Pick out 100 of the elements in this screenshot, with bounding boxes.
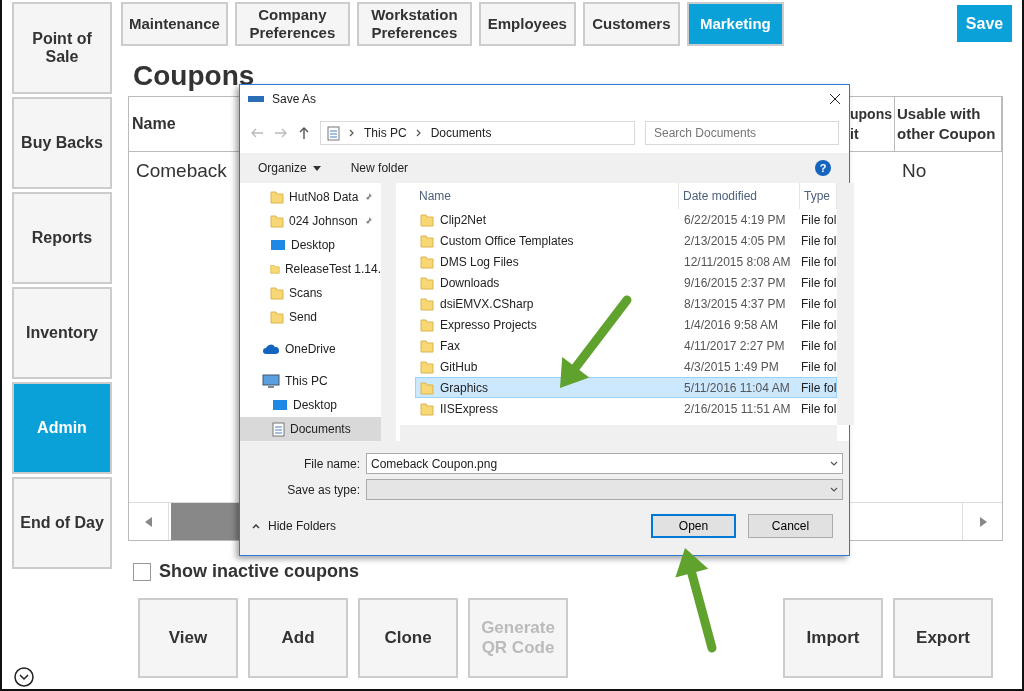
file-row[interactable]: GitHub 4/3/2015 1:49 PM File fol xyxy=(415,356,838,377)
file-date: 6/22/2015 4:19 PM xyxy=(683,212,787,227)
file-date: 4/11/2017 2:27 PM xyxy=(683,338,786,353)
cloud-icon xyxy=(262,343,280,355)
file-name-field[interactable]: Comeback Coupon.png xyxy=(366,453,843,474)
file-date: 8/13/2015 4:37 PM xyxy=(683,296,787,311)
caret-icon xyxy=(830,459,838,468)
hide-folders-button[interactable]: Hide Folders xyxy=(252,519,337,533)
file-row[interactable]: Fax 4/11/2017 2:27 PM File fol xyxy=(415,335,838,356)
folder-icon xyxy=(420,233,434,248)
chevron-right-icon xyxy=(414,129,423,137)
nav-item[interactable]: 024 Johnson xyxy=(240,209,381,233)
dialog-title: Save As xyxy=(272,92,317,106)
close-icon[interactable] xyxy=(829,93,841,105)
folder-icon xyxy=(420,359,434,374)
scrollbar[interactable] xyxy=(837,183,855,425)
folder-icon xyxy=(420,401,434,416)
file-name: dsiEMVX.CSharp xyxy=(440,296,534,311)
tab[interactable]: Employees xyxy=(478,2,576,46)
file-name: Expresso Projects xyxy=(440,317,537,332)
file-row[interactable]: dsiEMVX.CSharp 8/13/2015 4:37 PM File fol xyxy=(415,293,838,314)
folder-icon xyxy=(270,214,284,228)
file-date: 4/3/2015 1:49 PM xyxy=(683,359,780,374)
action-button[interactable]: Export xyxy=(893,598,993,678)
sidebar-item[interactable]: End of Day xyxy=(12,477,112,569)
file-date: 2/16/2015 11:51 AM xyxy=(683,401,792,416)
sidebar-item[interactable]: Reports xyxy=(12,192,112,284)
field-label: Save as type: xyxy=(286,482,360,497)
page-title: Coupons xyxy=(133,60,256,93)
file-type: File fol xyxy=(801,212,837,227)
nav-item[interactable]: Scans xyxy=(240,281,381,305)
file-type-dropdown[interactable] xyxy=(366,479,843,500)
tab[interactable]: Company Preferences xyxy=(234,2,350,46)
chevron-up-icon xyxy=(252,522,260,530)
action-button[interactable]: Add xyxy=(248,598,348,678)
file-type: File fol xyxy=(801,233,837,248)
breadcrumb[interactable]: Documents xyxy=(430,126,492,140)
nav-item[interactable]: HutNo8 Data xyxy=(240,185,381,209)
table-cell: Comeback xyxy=(136,160,227,182)
caret-icon xyxy=(830,485,838,494)
file-row[interactable]: Downloads 9/16/2015 2:37 PM File fol xyxy=(415,272,838,293)
triangle-right-icon xyxy=(978,516,987,527)
chevron-right-icon xyxy=(348,129,356,137)
action-button[interactable]: Clone xyxy=(358,598,458,678)
computer-icon xyxy=(262,373,280,389)
document-icon xyxy=(272,421,285,437)
open-button[interactable]: Open xyxy=(651,514,736,538)
nav-item[interactable]: ReleaseTest 1.14. xyxy=(240,257,381,281)
column-header[interactable]: Name xyxy=(415,183,679,209)
action-button[interactable]: Import xyxy=(783,598,883,678)
cancel-button[interactable]: Cancel xyxy=(748,514,833,538)
file-name: GitHub xyxy=(440,359,478,374)
sidebar-item[interactable]: Point of Sale xyxy=(12,2,112,94)
sidebar-item[interactable]: Inventory xyxy=(12,287,112,379)
file-row[interactable]: Clip2Net 6/22/2015 4:19 PM File fol xyxy=(415,209,838,230)
address-bar[interactable]: This PC Documents xyxy=(320,121,635,145)
file-row[interactable]: Graphics 5/11/2016 11:04 AM File fol xyxy=(415,377,838,398)
tab[interactable]: Workstation Preferences xyxy=(356,2,472,46)
file-row[interactable]: DMS Log Files 12/11/2015 8:08 AM File fol xyxy=(415,251,838,272)
file-row[interactable]: Custom Office Templates 2/13/2015 4:05 PM File fol xyxy=(415,230,838,251)
nav-item[interactable]: This PC xyxy=(240,369,381,393)
file-type: File fol xyxy=(801,296,837,311)
forward-arrow-icon[interactable] xyxy=(274,127,288,139)
back-arrow-icon[interactable] xyxy=(250,127,264,139)
file-name: Graphics xyxy=(440,380,489,395)
nav-item[interactable]: OneDrive xyxy=(240,337,381,361)
file-row[interactable]: IISExpress 2/16/2015 11:51 AM File fol xyxy=(415,398,838,419)
search-field[interactable]: Search Documents xyxy=(645,121,839,145)
file-type: File fol xyxy=(801,338,837,353)
column-header[interactable]: Date modified xyxy=(679,183,800,209)
nav-item[interactable]: Desktop xyxy=(240,393,381,417)
nav-item[interactable]: Desktop xyxy=(240,233,381,257)
folder-icon xyxy=(420,275,434,290)
chevron-down-icon[interactable] xyxy=(14,667,34,687)
file-type: File fol xyxy=(801,359,837,374)
action-button[interactable]: View xyxy=(138,598,238,678)
organize-menu[interactable]: Organize xyxy=(258,161,321,175)
tab[interactable]: Customers xyxy=(582,2,680,46)
file-date: 12/11/2015 8:08 AM xyxy=(683,254,792,269)
file-type: File fol xyxy=(801,254,837,269)
nav-item[interactable]: Send xyxy=(240,305,381,329)
folder-icon xyxy=(270,262,280,276)
folder-icon xyxy=(420,380,434,395)
sidebar-item[interactable]: Buy Backs xyxy=(12,97,112,189)
app-icon xyxy=(248,94,264,104)
column-header: upons it xyxy=(850,105,892,144)
up-arrow-icon[interactable] xyxy=(298,126,310,140)
file-row[interactable]: Expresso Projects 1/4/2016 9:58 AM File fol xyxy=(415,314,838,335)
folder-icon xyxy=(270,310,284,324)
file-name: DMS Log Files xyxy=(440,254,519,269)
triangle-left-icon xyxy=(144,516,153,527)
tab[interactable]: Maintenance xyxy=(121,2,228,46)
breadcrumb[interactable]: This PC xyxy=(364,126,407,140)
help-button[interactable]: ? xyxy=(815,160,831,176)
file-type: File fol xyxy=(801,275,837,290)
new-folder-button[interactable]: New folder xyxy=(350,161,409,175)
nav-item[interactable]: Documents xyxy=(240,417,381,441)
column-header: Usable with other Coupon xyxy=(897,104,997,144)
file-name: Custom Office Templates xyxy=(440,233,574,248)
scrollbar-thumb[interactable] xyxy=(171,503,241,540)
